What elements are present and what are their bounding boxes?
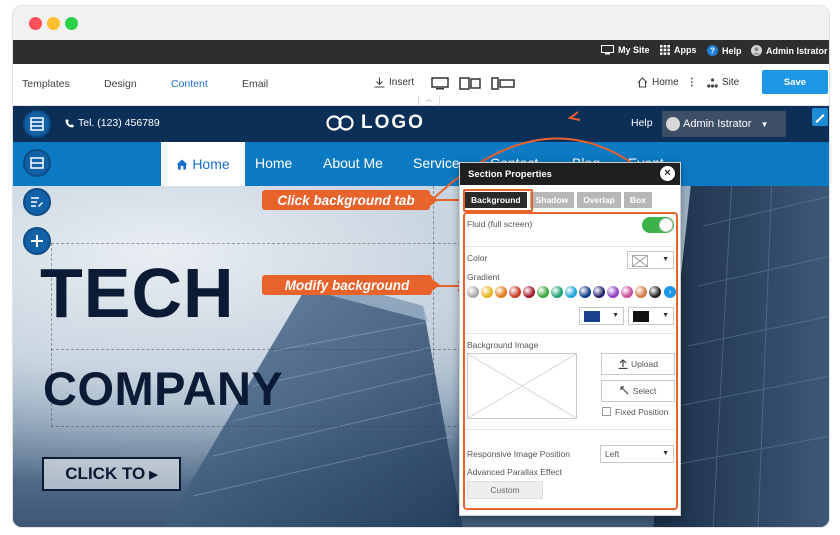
section-tool-button[interactable]: [23, 149, 51, 177]
tab-design[interactable]: Design: [104, 78, 137, 90]
tablet-view-icon[interactable]: [459, 77, 481, 90]
background-tab-highlight: [463, 189, 533, 212]
window-titlebar: [13, 6, 829, 40]
apps-link[interactable]: Apps: [660, 45, 697, 55]
tab-content[interactable]: Content: [171, 78, 208, 90]
site-navigation: Home Home About Me Service Contact Blog …: [13, 142, 829, 186]
tab-overlap[interactable]: Overlap: [577, 192, 621, 208]
close-icon[interactable]: ×: [660, 166, 675, 181]
click-to-button[interactable]: CLICK TO ▶: [42, 457, 181, 491]
infinity-logo-icon: [326, 115, 354, 131]
collapse-toolbar-toggle[interactable]: ︿: [418, 96, 440, 106]
background-settings-highlight: [463, 212, 678, 510]
close-window-button[interactable]: [29, 17, 42, 30]
phone-number: Tel. (123) 456789: [65, 117, 160, 129]
tab-email[interactable]: Email: [242, 78, 268, 90]
minimize-window-button[interactable]: [47, 17, 60, 30]
plus-icon: [31, 235, 43, 247]
hero-headline[interactable]: TECH: [40, 258, 235, 328]
site-logo[interactable]: LOGO: [325, 112, 425, 134]
section-guide-line: [51, 426, 471, 427]
layout-icon: [30, 117, 44, 131]
more-vertical-icon[interactable]: ⋮: [687, 77, 697, 88]
help-icon: ?: [707, 45, 718, 56]
home-icon: [176, 159, 188, 169]
tab-shadow[interactable]: Shadow: [529, 192, 575, 208]
layout-tool-button[interactable]: [23, 110, 51, 138]
nav-item-about-me[interactable]: About Me: [323, 155, 383, 171]
site-menu[interactable]: Site: [707, 77, 739, 88]
device-preview-group: [431, 77, 515, 90]
desktop-view-icon[interactable]: [431, 77, 449, 90]
nav-item-home[interactable]: Home: [255, 155, 292, 171]
add-element-button[interactable]: [23, 227, 51, 255]
maximize-window-button[interactable]: [65, 17, 78, 30]
caret-down-icon: ▼: [760, 119, 769, 129]
help-link[interactable]: ? Help: [707, 45, 742, 56]
admin-user-menu[interactable]: Admin Istrator: [751, 45, 828, 56]
home-page-selector[interactable]: Home ⋮: [637, 77, 697, 88]
svg-text:?: ?: [710, 46, 715, 55]
edit-list-icon: [31, 197, 43, 207]
my-site-link[interactable]: My Site: [601, 45, 650, 55]
download-icon: [374, 77, 385, 88]
admin-topbar: My Site Apps ? Help Admin Istrator: [13, 40, 829, 64]
edit-pencil-button[interactable]: [812, 108, 828, 126]
section-guide-line: [51, 243, 471, 244]
grid-icon: [660, 45, 670, 55]
site-header-bar: Tel. (123) 456789 LOGO Help Admin Istrat…: [13, 106, 829, 142]
monitor-icon: [601, 45, 614, 55]
phone-icon: [65, 119, 74, 127]
section-guide-line: [433, 186, 434, 426]
user-avatar-icon: [751, 45, 762, 56]
section-guide-line: [51, 349, 471, 350]
play-arrow-icon: ▶: [149, 468, 158, 481]
panel-title: Section Properties: [460, 163, 680, 185]
sitemap-icon: [707, 77, 718, 88]
nav-item-home-active[interactable]: Home: [161, 142, 245, 186]
callout-click-background-tab: Click background tab: [262, 190, 438, 210]
callout-modify-background: Modify background: [262, 275, 440, 295]
mobile-view-icon[interactable]: [491, 77, 515, 90]
insert-button[interactable]: Insert: [374, 77, 414, 88]
save-button[interactable]: Save: [762, 70, 828, 94]
home-icon: [637, 77, 648, 88]
tab-templates[interactable]: Templates: [22, 78, 70, 90]
site-admin-menu[interactable]: Admin Istrator ▼: [662, 111, 786, 137]
hero-subheadline[interactable]: COMPANY: [43, 365, 283, 412]
tab-box[interactable]: Box: [623, 192, 652, 208]
section-icon: [30, 157, 44, 169]
pencil-icon: [815, 114, 825, 123]
edit-list-button[interactable]: [23, 188, 51, 216]
